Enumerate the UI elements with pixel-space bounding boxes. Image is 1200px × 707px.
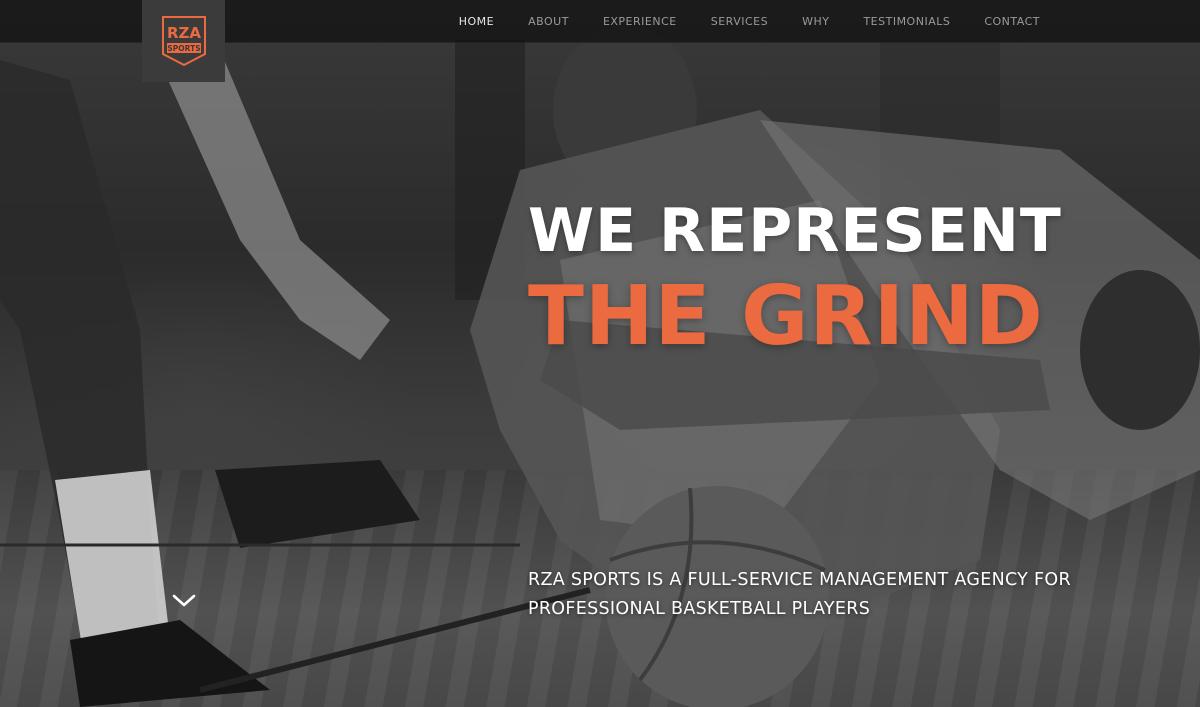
headline-line-1: WE REPRESENT (528, 196, 1062, 266)
nav-testimonials[interactable]: TESTIMONIALS (846, 0, 967, 43)
nav-home[interactable]: HOME (442, 0, 511, 43)
nav-why[interactable]: WHY (785, 0, 846, 43)
nav-experience[interactable]: EXPERIENCE (586, 0, 694, 43)
tagline-line-2: PROFESSIONAL BASKETBALL PLAYERS (528, 599, 871, 619)
logo-bottom-text: SPORTS (167, 44, 200, 53)
scroll-down-button[interactable] (172, 592, 196, 610)
hero-headline: WE REPRESENT THE GRIND (528, 195, 1088, 363)
hero-tagline: RZA SPORTS IS A FULL-SERVICE MANAGEMENT … (528, 566, 1108, 624)
headline-line-2: THE GRIND (528, 269, 1044, 364)
tagline-line-1: RZA SPORTS IS A FULL-SERVICE MANAGEMENT … (528, 570, 1071, 590)
logo-top-text: RZA (166, 24, 200, 42)
top-navbar: RZA SPORTS HOME ABOUT EXPERIENCE SERVICE… (0, 0, 1200, 82)
nav-services[interactable]: SERVICES (694, 0, 785, 43)
nav-contact[interactable]: CONTACT (967, 0, 1057, 43)
logo[interactable]: RZA SPORTS (142, 0, 225, 82)
main-nav: HOME ABOUT EXPERIENCE SERVICES WHY TESTI… (442, 0, 1057, 43)
rza-sports-logo-icon: RZA SPORTS (161, 16, 206, 67)
nav-about[interactable]: ABOUT (511, 0, 586, 43)
chevron-down-icon (172, 594, 196, 607)
